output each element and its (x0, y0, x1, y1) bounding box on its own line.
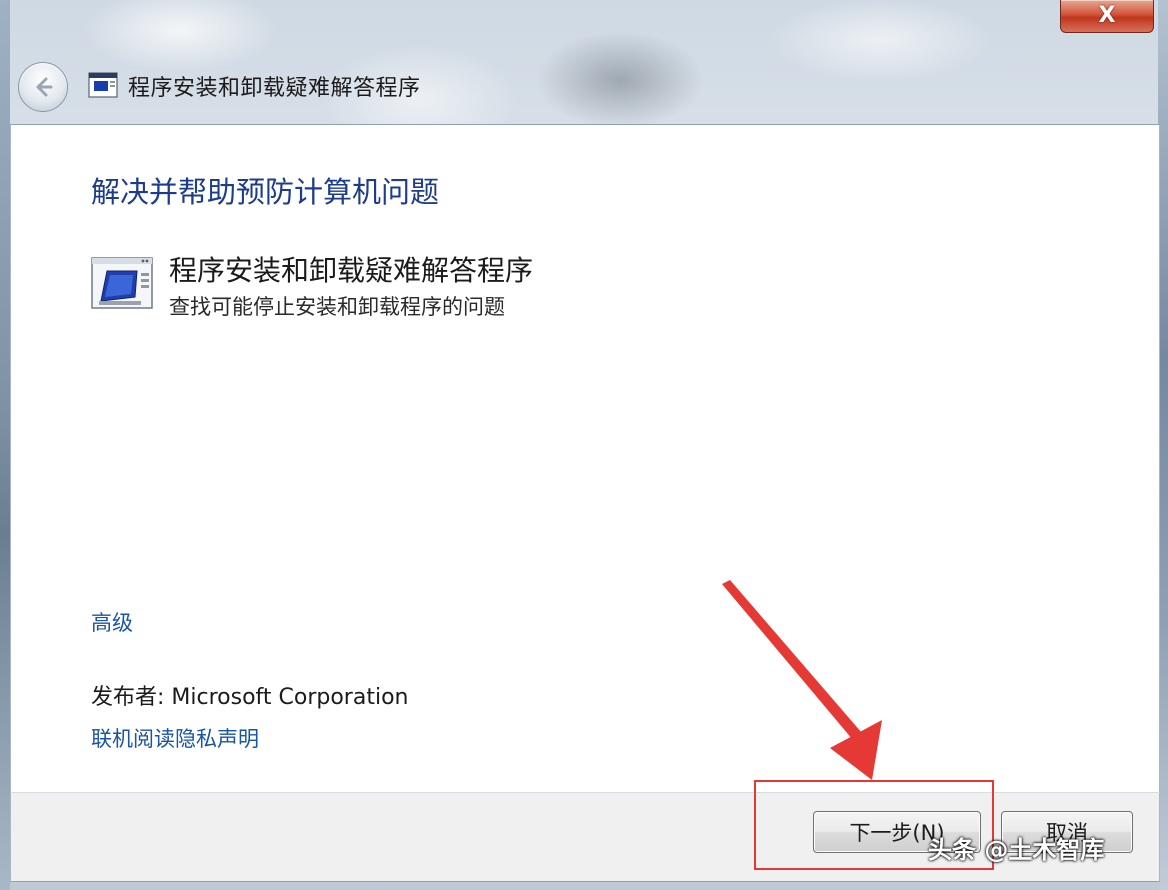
back-button[interactable] (18, 62, 68, 112)
close-button[interactable]: X (1060, 0, 1154, 33)
back-arrow-icon (36, 77, 53, 97)
troubleshooter-computer-icon (91, 257, 153, 309)
troubleshooter-title-icon (88, 72, 118, 98)
window-title: 程序安装和卸载疑难解答程序 (128, 76, 421, 101)
page-heading: 解决并帮助预防计算机问题 (91, 175, 440, 209)
troubleshooter-title[interactable]: 程序安装和卸载疑难解答程序 (169, 249, 533, 289)
advanced-link[interactable]: 高级 (91, 607, 133, 637)
window-border-left (0, 0, 10, 890)
privacy-statement-link[interactable]: 联机阅读隐私声明 (91, 723, 259, 753)
wizard-content: 解决并帮助预防计算机问题 程序安装和卸载疑难解答程序 查找可能停止安装和卸载程序… (10, 124, 1160, 793)
troubleshooter-description: 查找可能停止安装和卸载程序的问题 (169, 295, 505, 319)
publisher-text: 发布者: Microsoft Corporation (91, 685, 409, 710)
close-icon: X (1098, 3, 1116, 28)
watermark-text: 头条 @土木智库 (928, 836, 1105, 864)
annotation-arrow-icon (722, 580, 882, 780)
